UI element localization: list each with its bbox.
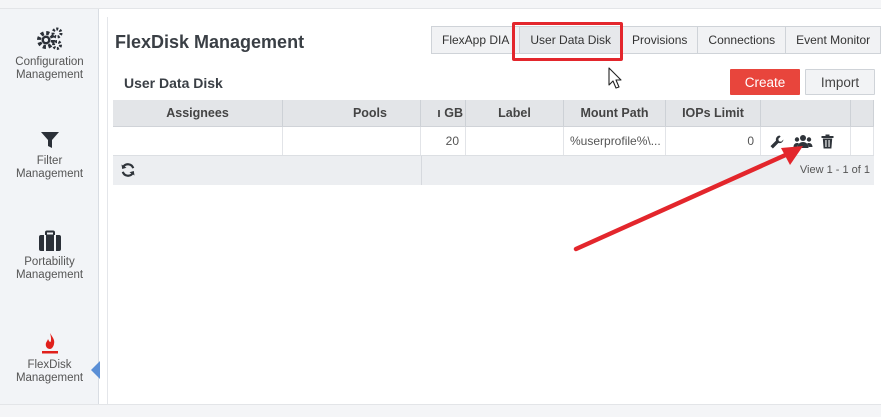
briefcase-icon	[38, 230, 61, 251]
sidebar-label-line2: Management	[15, 269, 84, 281]
window-top-bar	[0, 0, 881, 9]
cell-label	[466, 127, 564, 155]
sidebar-item-portability-management[interactable]: Portability Management	[0, 230, 99, 282]
tab-event-monitor[interactable]: Event Monitor	[785, 26, 881, 54]
sidebar-item-label: FlexDisk Management	[0, 359, 99, 385]
gears-icon	[36, 27, 62, 50]
tab-connections[interactable]: Connections	[697, 26, 787, 54]
cell-iops-limit: 0	[666, 127, 761, 155]
column-header-actions	[761, 100, 851, 126]
column-header-label[interactable]: Label	[466, 100, 564, 126]
grid-footer: View 1 - 1 of 1	[113, 156, 874, 185]
sidebar-item-filter-management[interactable]: Filter Management	[0, 129, 99, 181]
tab-provisions[interactable]: Provisions	[621, 26, 699, 54]
wrench-icon[interactable]	[769, 134, 785, 150]
filter-icon	[40, 132, 59, 148]
cell-extra	[851, 127, 874, 155]
table-row[interactable]: 20 %userprofile%\... 0	[113, 127, 874, 156]
pager-divider	[421, 156, 422, 185]
sidebar-label-line1: FlexDisk	[27, 359, 72, 371]
data-grid: Assignees Pools ı GB Label Mount Path IO…	[113, 100, 874, 185]
column-header-size-gb[interactable]: ı GB	[421, 100, 466, 126]
sidebar-item-label: Configuration Management	[0, 56, 99, 82]
row-actions	[761, 127, 850, 155]
sidebar-label-line2: Management	[15, 372, 84, 384]
sidebar: Configuration Management Filter Manageme…	[0, 9, 100, 405]
sidebar-label-line1: Configuration	[15, 56, 84, 68]
flame-icon	[41, 333, 58, 354]
section-title: User Data Disk	[124, 75, 223, 91]
sidebar-item-flexdisk-management[interactable]: FlexDisk Management	[0, 331, 100, 385]
tab-bar: FlexApp DIA User Data Disk Provisions Co…	[431, 26, 881, 54]
create-button[interactable]: Create	[730, 69, 800, 95]
sidebar-item-label: Filter Management	[0, 155, 99, 181]
sidebar-label-line1: Portability	[24, 256, 75, 268]
sidebar-item-configuration-management[interactable]: Configuration Management	[0, 26, 99, 82]
main-panel: FlexDisk Management FlexApp DIA User Dat…	[107, 17, 881, 405]
import-button[interactable]: Import	[805, 69, 875, 95]
column-header-mount-path[interactable]: Mount Path	[564, 100, 666, 126]
window-bottom-bar	[0, 404, 881, 417]
trash-icon[interactable]	[821, 134, 834, 149]
cell-assignees	[113, 127, 283, 155]
sidebar-label-line2: Management	[15, 69, 84, 81]
users-icon[interactable]	[793, 134, 813, 150]
page-title: FlexDisk Management	[115, 32, 305, 52]
sidebar-label-line2: Management	[15, 168, 84, 180]
grid-header: Assignees Pools ı GB Label Mount Path IO…	[113, 100, 874, 127]
pager-text: View 1 - 1 of 1	[799, 164, 870, 176]
cell-mount-path: %userprofile%\...	[564, 127, 666, 155]
sidebar-label-line1: Filter	[36, 155, 63, 167]
refresh-icon[interactable]	[120, 162, 136, 178]
tab-flexapp-dia[interactable]: FlexApp DIA	[431, 26, 521, 54]
column-header-iops-limit[interactable]: IOPs Limit	[666, 100, 761, 126]
cell-actions	[761, 127, 851, 155]
column-header-assignees[interactable]: Assignees	[113, 100, 283, 126]
sidebar-item-label: Portability Management	[0, 256, 99, 282]
cell-pools	[283, 127, 421, 155]
column-header-extra	[851, 100, 874, 126]
column-header-pools[interactable]: Pools	[283, 100, 421, 126]
annotation-highlight-box	[512, 22, 623, 61]
cell-size-gb: 20	[421, 127, 466, 155]
